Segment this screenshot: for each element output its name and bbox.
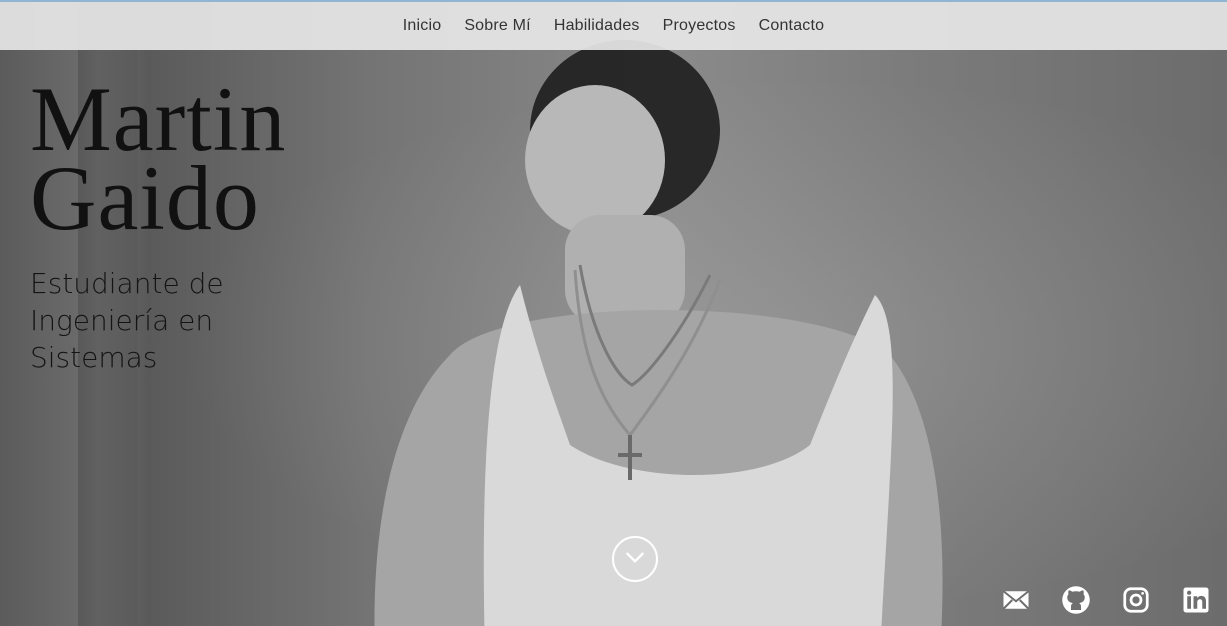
github-icon[interactable] [1060,584,1092,616]
hero-subtitle: Estudiante de Ingeniería en Sistemas [30,265,330,377]
subtitle-line-3: Sistemas [30,341,158,375]
scroll-down-button[interactable] [612,536,658,582]
linkedin-icon[interactable] [1180,584,1212,616]
nav-item-habilidades[interactable]: Habilidades [554,17,640,35]
chevron-down-icon [622,544,648,574]
hero-title: Martin Gaido [30,73,286,250]
nav-item-contacto[interactable]: Contacto [759,17,825,35]
name-last: Gaido [30,147,260,250]
subtitle-line-2: Ingeniería en [30,304,214,338]
mail-icon[interactable] [1000,584,1032,616]
instagram-icon[interactable] [1120,584,1152,616]
social-links [1000,584,1212,616]
page: Inicio Sobre Mí Habilidades Proyectos Co… [0,0,1227,626]
nav-item-inicio[interactable]: Inicio [403,17,442,35]
subtitle-line-1: Estudiante de [30,267,224,300]
nav-item-sobre-mi[interactable]: Sobre Mí [464,17,531,35]
nav-item-proyectos[interactable]: Proyectos [663,17,736,35]
top-navigation: Inicio Sobre Mí Habilidades Proyectos Co… [0,0,1227,50]
